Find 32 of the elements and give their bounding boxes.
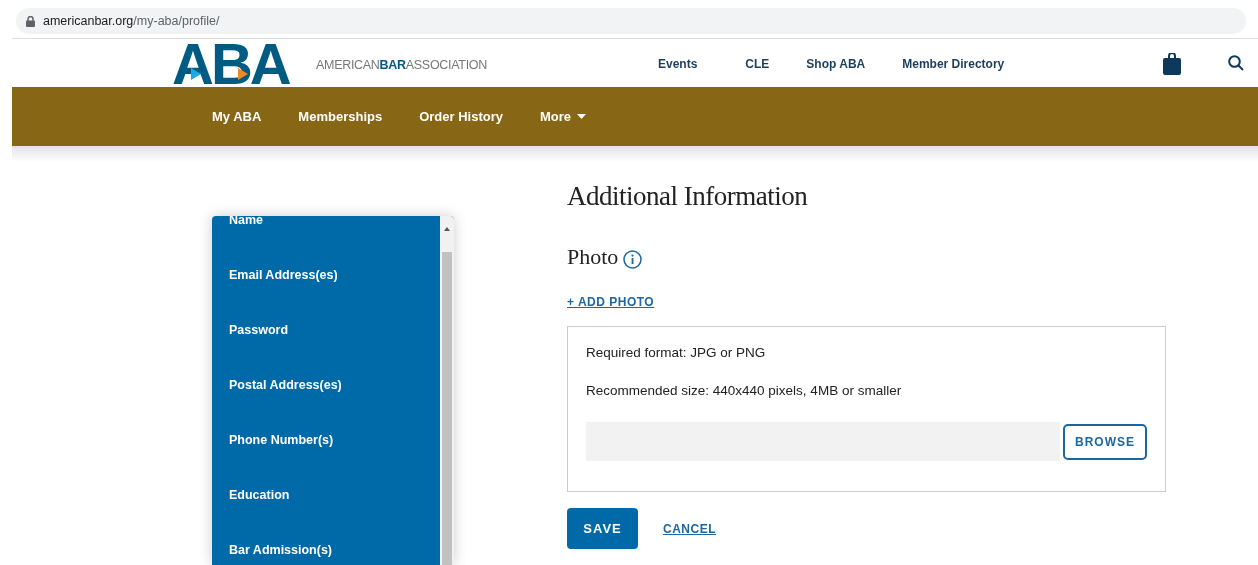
browse-button[interactable]: BROWSE (1063, 423, 1147, 460)
section-title: Photo (567, 244, 619, 271)
nav-link[interactable]: My ABA (212, 106, 262, 127)
add-photo-link[interactable]: + ADD PHOTO (567, 294, 655, 309)
header-link[interactable]: CLE (745, 55, 770, 73)
search-icon[interactable] (1228, 55, 1244, 71)
header-link[interactable]: Shop ABA (806, 55, 866, 73)
info-icon[interactable] (623, 250, 643, 270)
url-text[interactable]: americanbar.org/my-aba/profile/ (43, 11, 220, 31)
header-link[interactable]: Events (658, 55, 698, 73)
lock-icon (26, 15, 35, 27)
more-menu[interactable]: More (540, 106, 587, 127)
sidebar-item[interactable]: Education (212, 468, 440, 523)
shopping-bag-icon[interactable] (1163, 53, 1181, 75)
nav-link[interactable]: Memberships (298, 106, 383, 127)
sidebar-item[interactable]: Password (212, 303, 440, 358)
logo-wordmark[interactable]: AMERICANBARASSOCIATION (316, 56, 487, 75)
sidebar-item[interactable]: Email Address(es) (212, 248, 440, 303)
sidebar-item[interactable]: Name (212, 216, 440, 248)
sidebar-item[interactable]: Bar Admission(s) (212, 523, 440, 565)
format-note: Required format: JPG or PNG (586, 343, 767, 362)
cancel-link[interactable]: CANCEL (663, 519, 716, 538)
logo-mark[interactable]: ABA (172, 39, 302, 88)
header-link[interactable]: Member Directory (902, 55, 1005, 73)
size-note: Recommended size: 440x440 pixels, 4MB or smaller (586, 382, 903, 401)
scrollbar[interactable] (440, 216, 454, 565)
page-title: Additional Information (567, 180, 809, 213)
nav-link[interactable]: Order History (419, 106, 503, 127)
sidebar-item[interactable]: Phone Number(s) (212, 413, 440, 468)
save-button[interactable]: SAVE (567, 508, 638, 550)
sidebar-item[interactable]: Postal Address(es) (212, 358, 440, 413)
caret-icon (577, 114, 587, 119)
